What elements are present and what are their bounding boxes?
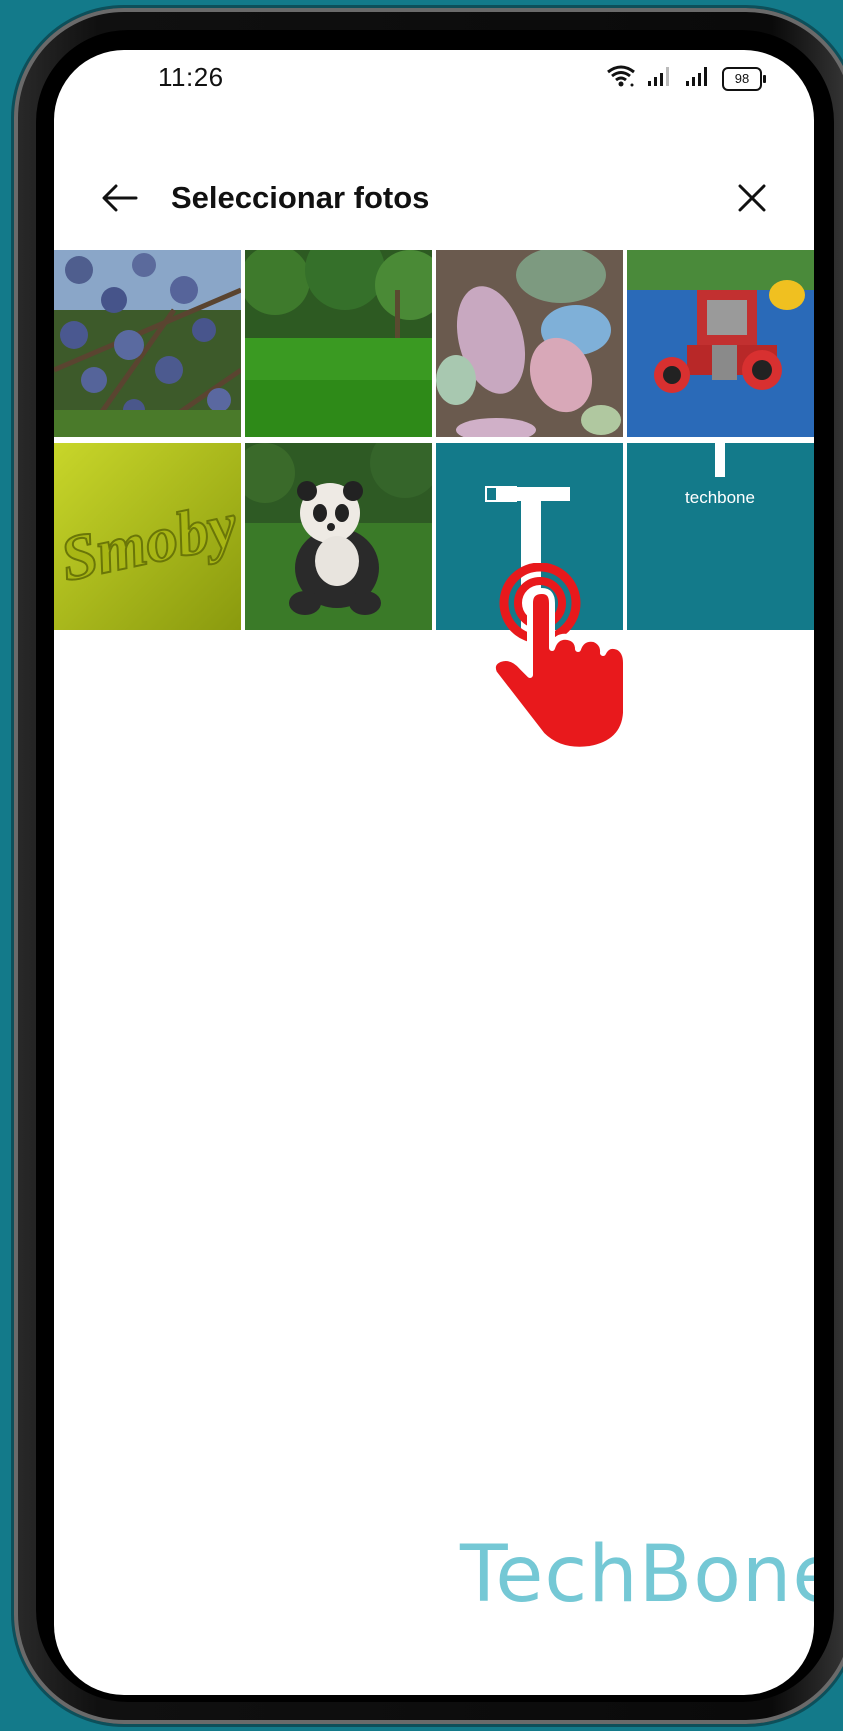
close-icon bbox=[738, 184, 766, 212]
photo-panda bbox=[245, 443, 432, 630]
photo-thumbnail[interactable] bbox=[54, 250, 241, 437]
back-button[interactable] bbox=[92, 170, 148, 226]
photo-thumbnail[interactable]: techbone bbox=[627, 443, 814, 630]
photo-thumbnail[interactable] bbox=[436, 443, 623, 630]
wifi-icon bbox=[606, 64, 636, 93]
photo-label: techbone bbox=[685, 488, 755, 507]
photo-thumbnail[interactable]: Smoby bbox=[54, 443, 241, 630]
photo-thumbnail[interactable] bbox=[627, 250, 814, 437]
photo-techbone: techbone bbox=[627, 443, 814, 630]
photo-grass bbox=[245, 250, 432, 437]
close-button[interactable] bbox=[724, 170, 780, 226]
status-icons: 98 bbox=[606, 64, 766, 93]
photo-thumbnail[interactable] bbox=[436, 250, 623, 437]
photo-chalk bbox=[436, 250, 623, 437]
status-bar: 11:26 98 bbox=[54, 50, 814, 130]
photo-toy-car bbox=[627, 250, 814, 437]
arrow-left-icon bbox=[102, 184, 138, 212]
battery-icon: 98 bbox=[722, 66, 766, 91]
photo-plums bbox=[54, 250, 241, 437]
photo-thumbnail[interactable] bbox=[245, 250, 432, 437]
signal-icon bbox=[646, 65, 674, 92]
page-title: Seleccionar fotos bbox=[171, 180, 430, 215]
photo-t-logo bbox=[436, 443, 623, 630]
photo-grid: Smoby techbone bbox=[54, 250, 814, 630]
photo-thumbnail[interactable] bbox=[245, 443, 432, 630]
status-time: 11:26 bbox=[158, 62, 224, 92]
app-bar: Seleccionar fotos bbox=[54, 162, 814, 242]
photo-smoby: Smoby bbox=[54, 443, 241, 630]
watermark: TechBone bbox=[460, 1530, 814, 1620]
screen: 11:26 98 Seleccionar fotos Smoby techbon… bbox=[54, 50, 814, 1695]
signal-icon bbox=[684, 65, 712, 92]
